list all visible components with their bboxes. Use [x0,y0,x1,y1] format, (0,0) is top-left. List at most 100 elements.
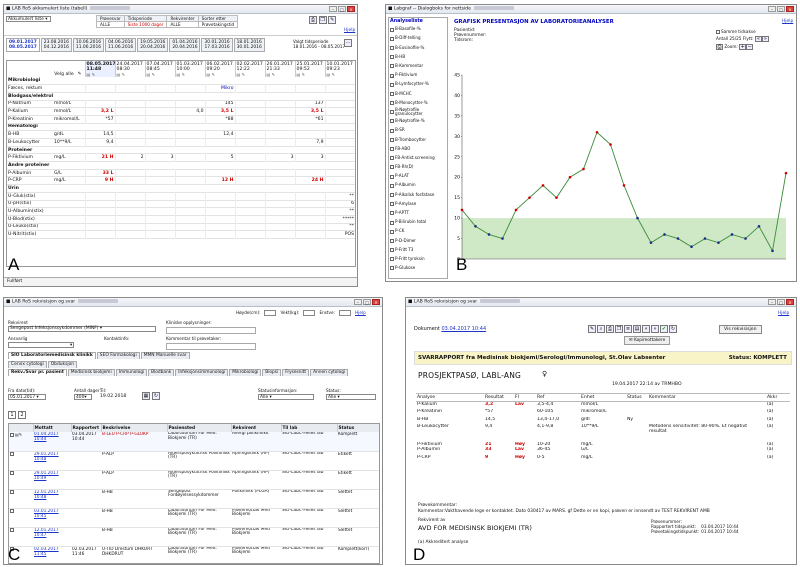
table-row[interactable]: ▤✎ 01.04.2017 10:44 03.04.2017 10:44 B-LEU P… [9,432,379,451]
print-icon[interactable]: ⎙ [309,16,317,24]
analysis-item[interactable]: B-Trombocytter [389,135,447,144]
analysis-item[interactable]: B-Kommentar [389,62,447,71]
analysis-checkbox[interactable] [390,64,394,69]
analysis-item[interactable]: FB-ABO [389,144,447,153]
edit-icon[interactable]: ✎ [588,325,596,333]
move-first-icon[interactable]: « [754,36,762,42]
copy-icon[interactable]: ❐ [615,325,623,333]
received-time-link[interactable]: 10:47 [34,533,70,538]
date-column-header[interactable]: 01.03.2017 10:00 ▤ ✎ [174,61,206,77]
date-tab[interactable]: 04.06.2016 11.06.2016 [105,38,137,52]
data-point[interactable] [501,237,504,240]
tab[interactable]: Cervix cytologi [8,361,47,368]
analysis-item[interactable]: P-CK [389,227,447,236]
select-all-icon[interactable]: ✎ [78,72,82,77]
clinical-input[interactable] [166,327,256,334]
height-input[interactable] [264,310,277,316]
tab[interactable]: Medisinsk biokjemi [67,369,115,376]
date-column-header[interactable]: 02.02.2017 12:22 ▤ ✎ [234,61,266,77]
date-tab[interactable]: 18.01.2016 30.01.2016 [233,38,265,52]
from-input[interactable]: 05.01.2017 ▾ [8,394,46,400]
date-tab[interactable]: 10.06.2016 11.06.2016 [72,38,105,52]
data-point[interactable] [663,233,666,236]
analysis-checkbox[interactable] [390,82,394,87]
show-requisition-button[interactable]: Vis rekvisisjon [719,325,762,334]
data-point[interactable] [676,237,680,240]
close-button[interactable]: × [786,6,794,12]
analysis-checkbox[interactable] [390,147,394,152]
weight-input[interactable] [303,310,316,316]
date-column-header[interactable]: 10.01.2017 09:23 ▤ ✎ [324,61,355,77]
help-link[interactable]: Hjelp [782,19,793,24]
print-icon[interactable]: ⎙ [606,325,614,333]
analysis-checkbox[interactable] [390,174,394,179]
column-header[interactable]: Mottatt [33,424,72,432]
responsible-select[interactable]: ▾ [8,342,75,348]
filter-value[interactable]: ALLE [96,21,125,28]
date-column-header[interactable]: 07.04.2017 08:45 ▤ ✎ [144,61,176,77]
document-icon[interactable]: ▤✎ [15,432,22,437]
data-point[interactable] [730,233,734,236]
maximize-button[interactable]: □ [338,6,346,12]
data-point[interactable] [609,143,612,146]
tab[interactable]: Mikrobiologi [229,369,262,376]
analysis-checkbox[interactable] [390,156,394,161]
date-column-header[interactable]: 25.01.2017 09:52 ▤ ✎ [294,61,326,77]
zoom-out-icon[interactable]: − [746,44,754,50]
data-point[interactable] [771,249,774,253]
same-scale-checkbox[interactable] [716,30,720,34]
analysis-checkbox[interactable] [390,119,394,124]
analysis-checkbox[interactable] [390,36,394,41]
date-tab[interactable]: 09.01.2017 08.05.2017 [6,38,40,52]
status-select[interactable]: Alle ▾ [326,394,376,400]
same-scale-toggle[interactable]: Samme tidsakse [716,29,796,34]
tab[interactable]: SIO Laboratoriemedisinsk klinikk [8,352,96,359]
date-tab[interactable]: 19.05.2016 20.04.2016 [137,38,169,52]
data-point[interactable] [622,184,626,187]
tab[interactable]: Blodbank [148,369,175,376]
analysis-item[interactable]: P-APTT [389,209,447,218]
analysis-checkbox[interactable] [390,229,394,234]
table-row[interactable]: 03.01.2017 10:45 B-HB Laboratorium For Med.… [9,508,379,527]
analysis-item[interactable]: FB-Rh(D) [389,163,447,172]
page-2-button[interactable]: 2 [18,411,26,419]
view-select[interactable]: Akkumulert liste ▾ [6,16,51,22]
analysis-name[interactable]: B-Leukocytter [7,139,53,147]
status-info-select[interactable]: Alle ▾ [258,394,314,400]
analysis-name[interactable]: P-Kalium [7,108,53,116]
data-point[interactable] [784,171,788,175]
analysis-item[interactable]: FB-Antist.screening [389,154,447,163]
analysis-item[interactable]: P-Glukose [389,264,447,273]
tab[interactable]: Infeksjonsimmunologi [175,369,229,376]
analysis-checkbox[interactable] [390,257,394,262]
analysis-item[interactable]: P-Albumin [389,181,447,190]
move-next-icon[interactable]: » [761,36,769,42]
filter-value[interactable]: Prøvetakingstid [197,21,239,28]
data-point[interactable] [541,184,545,187]
tab[interactable]: Immunologi [115,369,148,376]
analysis-item[interactable]: B-Basofile-% [389,25,447,34]
table-row[interactable]: 02.03.2017 11:45 02.03.2017 11:46 U-TID Dre… [9,546,379,563]
graph-icon[interactable]: ▤ [633,325,641,333]
analysis-item[interactable]: P-Alkalisk fosfatase [389,190,447,199]
tab[interactable]: Annen cytologi [310,369,349,376]
close-button[interactable]: × [372,299,380,305]
analysis-name[interactable]: U-Albumin(stix) [7,208,53,216]
data-point[interactable] [474,224,477,228]
minimize-button[interactable]: – [354,299,362,305]
data-point[interactable] [555,196,558,199]
analysis-checkbox[interactable]: ✓ [390,73,394,78]
maximize-button[interactable]: □ [363,299,371,305]
days-input[interactable]: 400 ▾ [74,394,92,400]
filter-value[interactable]: ALLE [166,21,199,28]
ok-icon[interactable]: ✔ [660,325,668,333]
row-checkbox[interactable] [10,432,14,437]
date-column-header[interactable]: 08.05.2017 11:48 ▤ ✎ [84,61,116,77]
data-point[interactable] [744,237,747,240]
analysis-item[interactable]: P-Bilirubin total [389,218,447,227]
maximize-button[interactable]: □ [777,6,785,12]
date-tab[interactable]: 30.01.2016 17.03.2016 [201,38,233,52]
period-button[interactable]: ⋯ [344,39,352,47]
refresh-icon[interactable]: ↻ [152,392,160,400]
analysis-checkbox[interactable] [390,220,394,225]
